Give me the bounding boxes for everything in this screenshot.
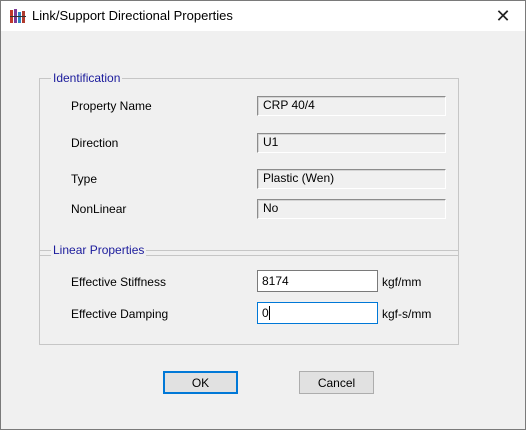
effective-stiffness-label: Effective Stiffness <box>71 275 166 289</box>
linear-properties-group <box>39 250 459 345</box>
dialog-window: Link/Support Directional Properties ✕ Id… <box>0 0 526 430</box>
type-label: Type <box>71 172 98 186</box>
effective-damping-unit: kgf-s/mm <box>382 307 432 321</box>
effective-damping-label: Effective Damping <box>71 307 169 321</box>
type-value: Plastic (Wen) <box>257 169 446 189</box>
linear-properties-group-label: Linear Properties <box>51 243 147 257</box>
app-icon <box>9 8 27 24</box>
text-caret <box>269 306 270 320</box>
title-bar[interactable]: Link/Support Directional Properties ✕ <box>1 1 525 31</box>
effective-damping-input[interactable] <box>257 302 378 324</box>
dialog-client-area: Identification Property Name CRP 40/4 Di… <box>1 31 525 429</box>
ok-button[interactable]: OK <box>163 371 238 394</box>
nonlinear-value: No <box>257 199 446 219</box>
nonlinear-label: NonLinear <box>71 202 127 216</box>
effective-stiffness-unit: kgf/mm <box>382 275 422 289</box>
direction-value: U1 <box>257 133 446 153</box>
property-name-label: Property Name <box>71 99 152 113</box>
window-title: Link/Support Directional Properties <box>32 8 233 23</box>
close-icon: ✕ <box>495 5 511 26</box>
close-button[interactable]: ✕ <box>481 1 525 31</box>
cancel-button[interactable]: Cancel <box>299 371 374 394</box>
identification-group-label: Identification <box>51 71 123 85</box>
property-name-value: CRP 40/4 <box>257 96 446 116</box>
effective-stiffness-input[interactable] <box>257 270 378 292</box>
direction-label: Direction <box>71 136 119 150</box>
